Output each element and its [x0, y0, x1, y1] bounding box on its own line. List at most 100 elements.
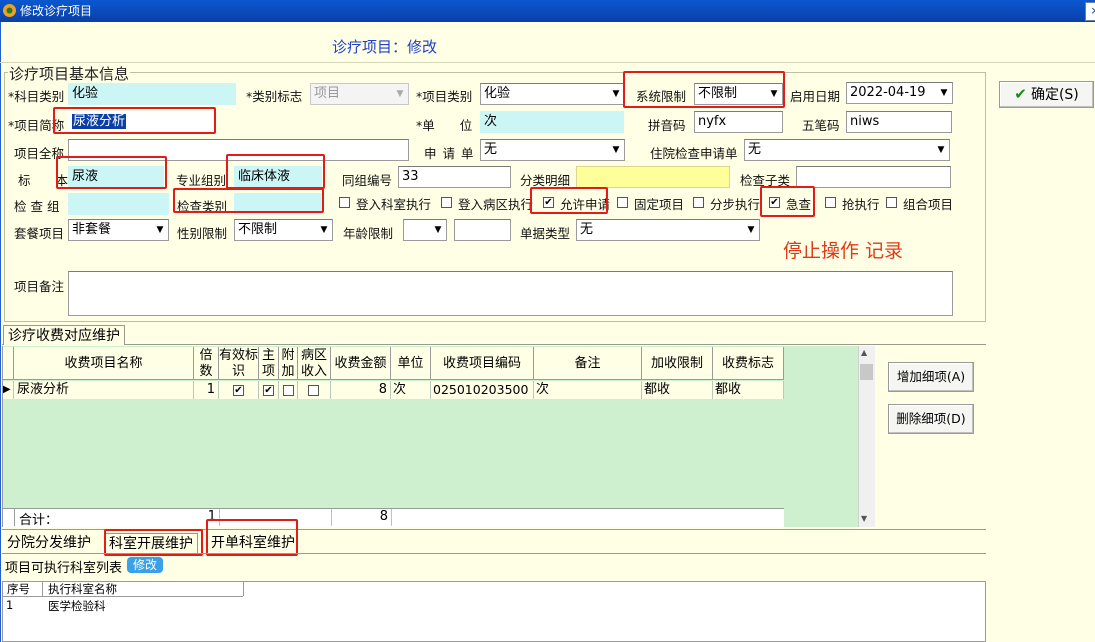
remark-textarea[interactable]: [68, 271, 953, 316]
checkbox-rush-exec[interactable]: [825, 197, 836, 208]
window-title-bar: 修改诊疗项目 ×: [0, 0, 1095, 22]
category-flag-select[interactable]: 项目 ▼: [310, 83, 409, 105]
unit-field[interactable]: 次: [480, 111, 624, 133]
grid-header-code[interactable]: 收费项目编码: [431, 347, 534, 380]
row-pointer-icon: ▶: [3, 381, 14, 399]
pinyin-input[interactable]: nyfx: [694, 111, 783, 133]
dept-list-header-divider: [243, 582, 244, 596]
grid-header-multiple[interactable]: 倍数: [194, 347, 219, 380]
cell-unit[interactable]: 次: [391, 381, 431, 399]
checkbox-login-dept-exec[interactable]: [339, 197, 350, 208]
cell-name[interactable]: 尿液分析: [14, 381, 194, 399]
grid-header-ward-income[interactable]: 病区收入: [298, 347, 331, 380]
checkbox-main[interactable]: ✔: [263, 385, 274, 396]
check-subtype-input[interactable]: [796, 166, 951, 188]
grid-header-main[interactable]: 主项: [259, 347, 279, 380]
dept-list-title: 项目可执行科室列表: [5, 561, 123, 576]
tab-branch-distribution[interactable]: 分院分发维护: [3, 533, 95, 553]
grid-total-label: 合计：: [19, 513, 59, 528]
checkbox-login-ward-exec[interactable]: [441, 197, 452, 208]
checkbox-login-ward-exec-label: 登入病区执行: [458, 197, 534, 212]
checkbox-combo-item[interactable]: [886, 197, 897, 208]
cell-amount[interactable]: 8: [331, 381, 391, 399]
cell-multiple[interactable]: 1: [194, 381, 219, 399]
chevron-down-icon: ▼: [430, 220, 446, 240]
grid-header-name[interactable]: 收费项目名称: [14, 347, 194, 380]
window-title: 修改诊疗项目: [20, 4, 93, 18]
close-button[interactable]: ×: [1085, 2, 1095, 21]
cell-valid[interactable]: ✔: [219, 381, 259, 399]
header-divider: [0, 62, 1095, 63]
chevron-down-icon: ▼: [936, 83, 952, 103]
package-item-label: 套餐项目: [14, 226, 65, 241]
highlight-box-urgent: [760, 186, 815, 217]
gender-limit-label: 性别限制: [177, 226, 228, 241]
grid-header-extra[interactable]: 附加: [279, 347, 298, 380]
age-limit-select[interactable]: ▼: [403, 219, 447, 241]
cell-main[interactable]: ✔: [259, 381, 279, 399]
scroll-thumb[interactable]: [860, 364, 873, 380]
dept-list-header-no[interactable]: 序号: [7, 582, 30, 596]
cell-charge-flag[interactable]: 都收: [713, 381, 784, 399]
gender-limit-select[interactable]: 不限制 ▼: [234, 219, 333, 241]
cell-extra[interactable]: [279, 381, 298, 399]
package-item-select[interactable]: 非套餐 ▼: [68, 219, 169, 241]
confirm-button-label: 确定(S): [1030, 87, 1079, 103]
age-limit-input[interactable]: [454, 219, 511, 241]
inpatient-apply-select[interactable]: 无 ▼: [744, 139, 950, 161]
scroll-up-icon[interactable]: ▲: [861, 348, 867, 357]
highlight-box-specimen: [56, 156, 167, 189]
checkbox-step-exec[interactable]: [693, 197, 704, 208]
start-date-picker[interactable]: 2022-04-19 ▼: [846, 82, 953, 104]
grid-header-amount[interactable]: 收费金额: [331, 347, 391, 380]
modify-badge[interactable]: 修改: [127, 557, 164, 573]
inpatient-apply-label: 住院检查申请单: [650, 146, 738, 161]
cell-ward-income[interactable]: [298, 381, 331, 399]
pinyin-label: 拼音码: [648, 118, 686, 133]
remark-label: 项目备注: [14, 279, 65, 294]
highlight-box-dept-service-tab: [104, 529, 203, 556]
grid-scrollbar[interactable]: ▲ ▼: [858, 346, 875, 527]
subject-category-field[interactable]: 化验: [68, 83, 236, 105]
dept-list-row-name[interactable]: 医学检验科: [48, 598, 106, 614]
app-icon: [3, 4, 16, 17]
add-item-button[interactable]: 增加细项(A): [888, 362, 974, 392]
delete-item-button[interactable]: 删除细项(D): [888, 404, 974, 434]
chevron-down-icon: ▼: [933, 140, 949, 160]
apply-form-select[interactable]: 无 ▼: [480, 139, 625, 161]
category-detail-field[interactable]: [576, 166, 730, 188]
wubi-label: 五笔码: [802, 118, 840, 133]
cell-code[interactable]: 025010203500: [431, 381, 534, 399]
scroll-down-icon[interactable]: ▼: [861, 514, 867, 523]
highlight-box-short-name: [53, 107, 216, 134]
wubi-input[interactable]: niws: [846, 111, 952, 133]
category-flag-label: *类别标志: [246, 89, 303, 104]
grid-header-charge-flag[interactable]: 收费标志: [713, 347, 784, 380]
checkbox-step-exec-label: 分步执行: [710, 197, 761, 212]
checkbox-valid[interactable]: ✔: [233, 385, 244, 396]
check-group-field[interactable]: [68, 193, 169, 215]
bottom-tabstrip-line: [2, 553, 986, 554]
dept-list-header-name[interactable]: 执行科室名称: [48, 582, 117, 596]
grid-header-valid[interactable]: 有效标识: [219, 347, 259, 380]
cell-note[interactable]: 次: [534, 381, 642, 399]
confirm-button[interactable]: ✔ 确定(S): [999, 81, 1094, 108]
dept-list-header-divider: [42, 582, 43, 596]
dept-list-row-no[interactable]: 1: [6, 598, 13, 612]
grid-header-note[interactable]: 备注: [534, 347, 642, 380]
group-no-input[interactable]: 33: [398, 166, 511, 188]
window-border: [0, 22, 1, 642]
checkbox-ward-income[interactable]: [308, 385, 319, 396]
highlight-box-specialty-group: [226, 154, 325, 189]
chevron-down-icon: ▼: [392, 84, 408, 104]
age-limit-label: 年龄限制: [343, 226, 394, 241]
checkbox-fixed-item[interactable]: [617, 197, 628, 208]
item-type-select[interactable]: 化验 ▼: [480, 83, 625, 105]
bill-type-select[interactable]: 无 ▼: [576, 219, 760, 241]
grid-header-unit[interactable]: 单位: [391, 347, 431, 380]
highlight-box-check-category: [173, 188, 324, 213]
tab-fee-mapping[interactable]: 诊疗收费对应维护: [3, 325, 125, 345]
grid-header-surcharge-limit[interactable]: 加收限制: [642, 347, 713, 380]
cell-surcharge-limit[interactable]: 都收: [642, 381, 713, 399]
checkbox-extra[interactable]: [283, 385, 294, 396]
